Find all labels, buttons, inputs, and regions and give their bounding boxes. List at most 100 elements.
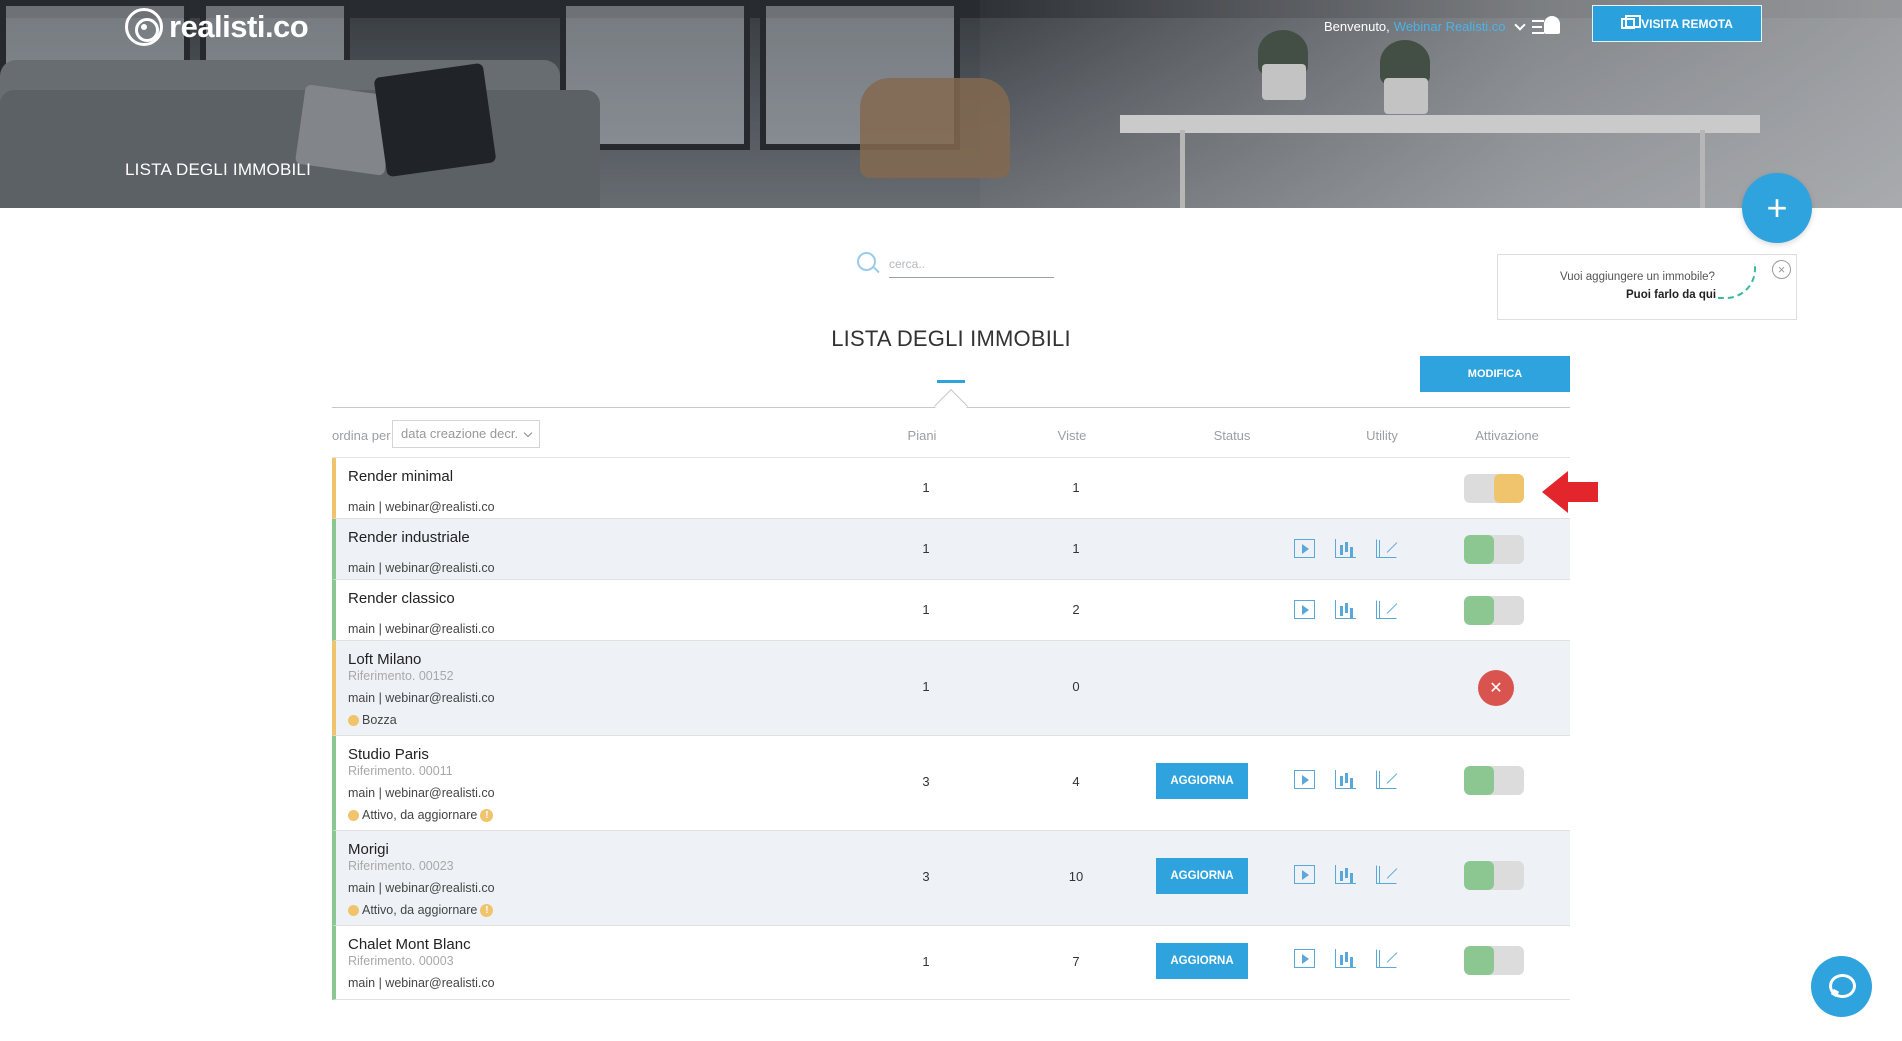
column-attivazione: Attivazione [1475, 428, 1539, 443]
activation-toggle[interactable] [1464, 535, 1524, 564]
column-status: Status [1213, 428, 1251, 443]
remote-visit-button[interactable]: VISITA REMOTA [1592, 5, 1762, 42]
monitor-icon [1621, 15, 1642, 29]
viste-value: 10 [1068, 869, 1084, 884]
table-row[interactable]: Chalet Mont Blanc Riferimento. 00003 mai… [332, 926, 1570, 1000]
share-icon[interactable] [1376, 770, 1397, 789]
status-dot-icon [348, 714, 359, 726]
chevron-down-icon[interactable] [1513, 18, 1526, 31]
chat-icon[interactable] [1811, 956, 1872, 1017]
update-button[interactable]: AGGIORNA [1156, 943, 1248, 979]
property-list: Render minimal main | webinar@realisti.c… [332, 458, 1570, 1000]
update-button[interactable]: AGGIORNA [1156, 858, 1248, 894]
add-property-button[interactable]: + [1742, 173, 1812, 243]
viste-value: 4 [1072, 774, 1080, 789]
play-icon[interactable] [1294, 949, 1315, 968]
search-input[interactable] [889, 250, 1054, 278]
dashed-arrow-icon [1718, 263, 1756, 299]
order-select[interactable]: data creazione decr. [392, 420, 540, 448]
property-reference: Riferimento. 00011 [348, 764, 453, 778]
status-dot-icon [348, 904, 359, 916]
property-reference: Riferimento. 00023 [348, 859, 454, 873]
property-name[interactable]: Morigi [348, 841, 389, 858]
stats-icon[interactable] [1335, 865, 1356, 884]
utility-icons [1294, 949, 1397, 968]
property-name[interactable]: Chalet Mont Blanc [348, 936, 471, 953]
property-reference: Riferimento. 00003 [348, 954, 454, 968]
activation-toggle[interactable] [1464, 861, 1524, 890]
piani-value: 1 [922, 541, 930, 556]
column-utility: Utility [1366, 428, 1398, 443]
property-name[interactable]: Render classico [348, 590, 455, 607]
stats-icon[interactable] [1335, 949, 1356, 968]
order-value: data creazione decr. [401, 426, 519, 441]
user-menu[interactable]: Benvenuto, Webinar Realisti.co [1324, 18, 1526, 34]
table-row[interactable]: Render industriale main | webinar@realis… [332, 519, 1570, 580]
share-icon[interactable] [1376, 949, 1397, 968]
state-label: Attivo, da aggiornare [362, 808, 478, 822]
property-state: Attivo, da aggiornare ! [348, 903, 494, 917]
close-icon[interactable]: × [1772, 260, 1791, 279]
arrow-left-icon [1542, 471, 1598, 513]
stats-icon[interactable] [1335, 539, 1356, 558]
property-name[interactable]: Loft Milano [348, 651, 421, 668]
play-icon[interactable] [1294, 539, 1315, 558]
property-name[interactable]: Render minimal [348, 468, 453, 485]
table-row[interactable]: Morigi Riferimento. 00023 main | webinar… [332, 831, 1570, 926]
bell-icon [1544, 16, 1560, 34]
property-state: Attivo, da aggiornare ! [348, 808, 494, 822]
close-icon: ✕ [1489, 680, 1503, 697]
logo-text: realisti.co [169, 9, 309, 44]
stats-icon[interactable] [1335, 600, 1356, 619]
delete-button[interactable]: ✕ [1478, 670, 1514, 706]
update-button[interactable]: AGGIORNA [1156, 763, 1248, 799]
property-owner: main | webinar@realisti.co [348, 500, 495, 514]
viste-value: 2 [1072, 602, 1080, 617]
logo-icon [125, 8, 163, 46]
utility-icons [1294, 539, 1397, 558]
utility-icons [1294, 600, 1397, 619]
state-label: Bozza [362, 713, 397, 727]
table-row[interactable]: Loft Milano Riferimento. 00152 main | we… [332, 641, 1570, 736]
notifications-button[interactable] [1532, 14, 1562, 40]
edit-button[interactable]: MODIFICA [1420, 356, 1570, 392]
warning-icon: ! [480, 808, 494, 822]
user-name[interactable]: Webinar Realisti.co [1394, 19, 1506, 34]
property-name[interactable]: Studio Paris [348, 746, 429, 763]
add-property-hint: Vuoi aggiungere un immobile? Puoi farlo … [1497, 254, 1797, 320]
state-label: Attivo, da aggiornare [362, 903, 478, 917]
activation-toggle[interactable] [1464, 946, 1524, 975]
play-icon[interactable] [1294, 865, 1315, 884]
activation-toggle[interactable] [1464, 474, 1524, 503]
table-row[interactable]: Render minimal main | webinar@realisti.c… [332, 458, 1570, 519]
property-owner: main | webinar@realisti.co [348, 976, 495, 990]
hint-question: Vuoi aggiungere un immobile? [1560, 271, 1715, 283]
property-owner: main | webinar@realisti.co [348, 561, 495, 575]
table-row[interactable]: Studio Paris Riferimento. 00011 main | w… [332, 736, 1570, 831]
utility-icons [1294, 865, 1397, 884]
stats-icon[interactable] [1335, 770, 1356, 789]
play-icon[interactable] [1294, 770, 1315, 789]
hero-caption: LISTA DEGLI IMMOBILI [125, 160, 312, 179]
table-row[interactable]: Render classico main | webinar@realisti.… [332, 580, 1570, 641]
table-header: ordina per data creazione decr. Piani Vi… [332, 418, 1570, 458]
share-icon[interactable] [1376, 539, 1397, 558]
share-icon[interactable] [1376, 865, 1397, 884]
property-name[interactable]: Render industriale [348, 529, 470, 546]
share-icon[interactable] [1376, 600, 1397, 619]
utility-icons [1294, 770, 1397, 789]
welcome-text: Benvenuto, [1324, 19, 1390, 34]
property-owner: main | webinar@realisti.co [348, 881, 495, 895]
page-title: LISTA DEGLI IMMOBILI [831, 326, 1071, 351]
logo[interactable]: realisti.co [125, 8, 309, 46]
piani-value: 1 [922, 480, 930, 495]
column-piani: Piani [907, 428, 937, 443]
play-icon[interactable] [1294, 600, 1315, 619]
activation-toggle[interactable] [1464, 766, 1524, 795]
property-reference: Riferimento. 00152 [348, 669, 454, 683]
property-owner: main | webinar@realisti.co [348, 622, 495, 636]
viste-value: 0 [1072, 679, 1080, 694]
property-owner: main | webinar@realisti.co [348, 691, 495, 705]
activation-toggle[interactable] [1464, 596, 1524, 625]
piani-value: 1 [922, 602, 930, 617]
